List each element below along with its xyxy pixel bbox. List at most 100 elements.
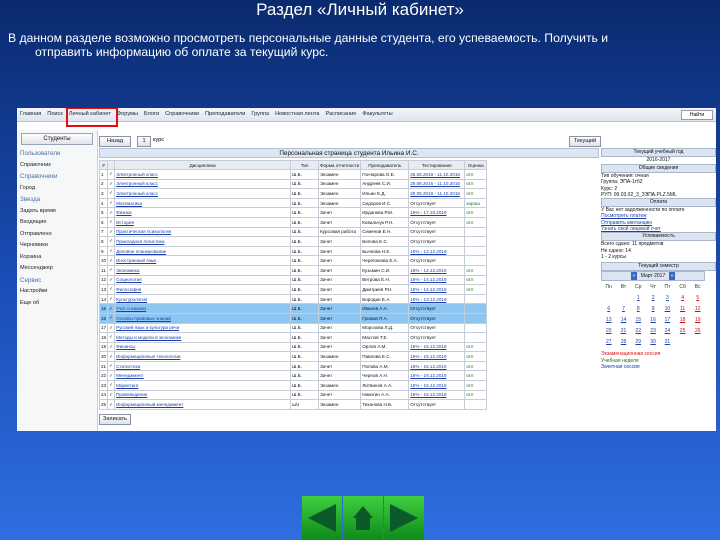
menu-item[interactable]: Группа [251,108,269,121]
calendar-day[interactable]: 19 [690,314,705,325]
table-cell[interactable]: 16% - 15.12.2016 [408,351,466,362]
calendar-day[interactable]: 23 [646,325,660,336]
table-row[interactable]: 16 ✓ Основы правовых знаний Ш.Б. Зачет Громов… [98,312,488,324]
table-cell[interactable]: 16% - 14.12.2016 [408,274,466,286]
table-cell[interactable]: Менеджмент [114,370,292,382]
save-button[interactable]: Записать [99,414,131,425]
sidebar-item[interactable]: Мессенджер [20,263,97,275]
menu-item[interactable]: Факультеты [362,108,392,121]
table-cell[interactable]: Социология [114,274,292,286]
table-row[interactable]: 25 ✓ Информационный менеджмент ш/з Экзамен Ти… [98,399,488,410]
table-cell[interactable]: 16% - 16.12.2016 [408,380,466,391]
table-row[interactable]: 14 ✓ Культурология Ш.Б. Зачет Бородин Е.А. 16%… [98,293,488,305]
table-cell[interactable]: Культурология [114,293,292,305]
menu-item[interactable]: Поиск [47,108,63,121]
table-cell[interactable]: Физика [114,207,292,218]
calendar-day[interactable]: 8 [630,303,646,314]
calendar-day[interactable]: 5 [690,292,705,303]
table-row[interactable]: 12 ✓ Социология Ш.Б. Зачет Ветрова Е.Н. 16% - … [98,274,488,286]
table-cell[interactable]: Отсутствует [408,236,466,247]
menu-item[interactable]: Расписание [326,108,357,121]
calendar-next-button[interactable]: » [668,272,676,281]
table-row[interactable]: 17 ✓ Русский язык и культура речи Ш.Б. Зачет… [98,322,488,334]
table-cell[interactable]: Отсутствует [408,322,466,334]
table-cell[interactable]: Иностранный язык [114,255,292,266]
sidebar-item[interactable]: Корзина [20,252,97,264]
next-slide-button[interactable] [384,496,424,540]
course-select[interactable]: 1 [137,136,151,147]
calendar-day[interactable]: 31 [660,336,675,347]
calendar-day[interactable]: 16 [646,314,660,325]
table-row[interactable]: 22 ✓ Менеджмент Ш.Б. Зачет Чернов А.Н. 16% - 1… [98,370,488,382]
table-row[interactable]: 23 ✓ Маркетинг Ш.Б. Экзамен Литвинов А.А. 16% … [98,380,488,391]
table-row[interactable]: 21 ✓ Статистика Ш.Б. Зачет Попова А.М. 16% - 1… [98,360,488,372]
menu-item[interactable]: Преподаватели [205,108,245,121]
table-cell[interactable]: 16% - 17.10.2016 [408,207,466,218]
calendar-day[interactable]: 29 [630,336,646,347]
calendar-day[interactable]: 17 [660,314,675,325]
calendar-day[interactable]: 28 [616,336,630,347]
table-cell[interactable]: Отсутствует [408,216,466,228]
current-button[interactable]: Текущий [569,136,601,147]
calendar-day[interactable]: 7 [616,303,630,314]
table-cell[interactable]: 28.08.2016 - 11.10.2016 [408,178,466,190]
table-cell[interactable]: Электронный класс [114,178,292,190]
table-row[interactable]: 6 ✓ История Ш.Б. Зачет Ковальчук Р.Н. Отсутств… [98,216,488,228]
calendar-day[interactable]: 2 [646,292,660,303]
table-row[interactable]: 1 ✓ Электронный класс Ш.Б. Экзамен Гончарова … [98,169,488,180]
table-cell[interactable]: Электронный класс [114,169,292,180]
table-cell[interactable]: Отсутствует [408,226,466,238]
table-cell[interactable]: Прикладная логистика [114,236,292,247]
table-cell[interactable]: Основы правовых знаний [114,312,292,324]
home-button[interactable] [343,496,383,540]
table-row[interactable]: 11 ✓ Экономика Ш.Б. Зачет Кузьмин С.И. 16% - 1… [98,264,488,276]
table-cell[interactable]: Информационный менеджмент [114,399,292,410]
table-row[interactable]: 10 ✓ Иностранный язык Ш.Б. Зачет Черепанова Е… [98,255,488,266]
table-cell[interactable]: Финансы [114,341,292,353]
table-row[interactable]: 4 ✓ Математика Ш.Б. Экзамен Сидоров И.С. Отсут… [98,197,488,209]
calendar-prev-button[interactable]: « [630,272,638,281]
calendar-day[interactable]: 25 [675,325,691,336]
table-row[interactable]: 7 ✓ Практическая психология Ш.Б. Курсовая ра… [98,226,488,238]
table-cell[interactable]: Отсутствует [408,312,466,324]
table-row[interactable]: 13 ✓ Философия Ш.Б. Зачет Дмитриев Р.Н. 16% - … [98,284,488,295]
table-cell[interactable]: Философия [114,284,292,295]
table-cell[interactable]: Отсутствует [408,332,466,343]
table-cell[interactable]: Статистика [114,360,292,372]
table-cell[interactable]: Математика [114,197,292,209]
calendar-day[interactable]: 12 [690,303,705,314]
prev-slide-button[interactable] [302,496,342,540]
menu-item[interactable]: Новостная лента [275,108,319,121]
calendar-day[interactable]: 27 [601,336,616,347]
table-cell[interactable]: Экономика [114,264,292,276]
table-cell[interactable]: Отсутствует [408,197,466,209]
sidebar-item[interactable]: Черновики [20,240,97,252]
table-row[interactable]: 24 ✓ Правоведение Ш.Б. Зачет Никитин А.А. 16% … [98,389,488,401]
calendar-day[interactable]: 22 [630,325,646,336]
table-row[interactable]: 3 ✓ Электронный класс Ш.Б. Экзамен Ильин Е.Д.… [98,188,488,199]
table-row[interactable]: 9 ✓ Деловое планирование Ш.Б. Зачет Бычкова Н… [98,245,488,257]
sidebar-item[interactable]: Входящие [20,217,97,229]
menu-item[interactable]: Блоги [144,108,159,121]
table-cell[interactable]: 16% - 16.12.2016 [408,370,466,382]
calendar-day[interactable]: 20 [601,325,616,336]
table-cell[interactable]: История [114,216,292,228]
calendar-day[interactable]: 14 [616,314,630,325]
calendar-day[interactable]: 24 [660,325,675,336]
calendar-day[interactable]: 10 [660,303,675,314]
sidebar-item[interactable]: Еще об [20,298,97,310]
table-cell[interactable]: Отсутствует [408,303,466,314]
sidebar-item[interactable]: Отправлено [20,229,97,241]
calendar-day[interactable]: 30 [646,336,660,347]
sidebar-item[interactable]: Справочник [20,160,97,172]
calendar-day[interactable]: 18 [675,314,691,325]
table-row[interactable]: 15 ✓ Учет и анализ Ш.Б. Зачет Иванов А.А. Отсу… [98,303,488,314]
calendar-day[interactable]: 6 [601,303,616,314]
back-button[interactable]: Назад [99,136,131,147]
menu-item[interactable]: Форумы [117,108,138,121]
menu-item[interactable]: Справочники [165,108,199,121]
menu-item[interactable]: Главная [20,108,41,121]
calendar-day[interactable]: 4 [675,292,691,303]
table-cell[interactable]: 16% - 16.12.2016 [408,389,466,401]
table-cell[interactable]: Правоведение [114,389,292,401]
